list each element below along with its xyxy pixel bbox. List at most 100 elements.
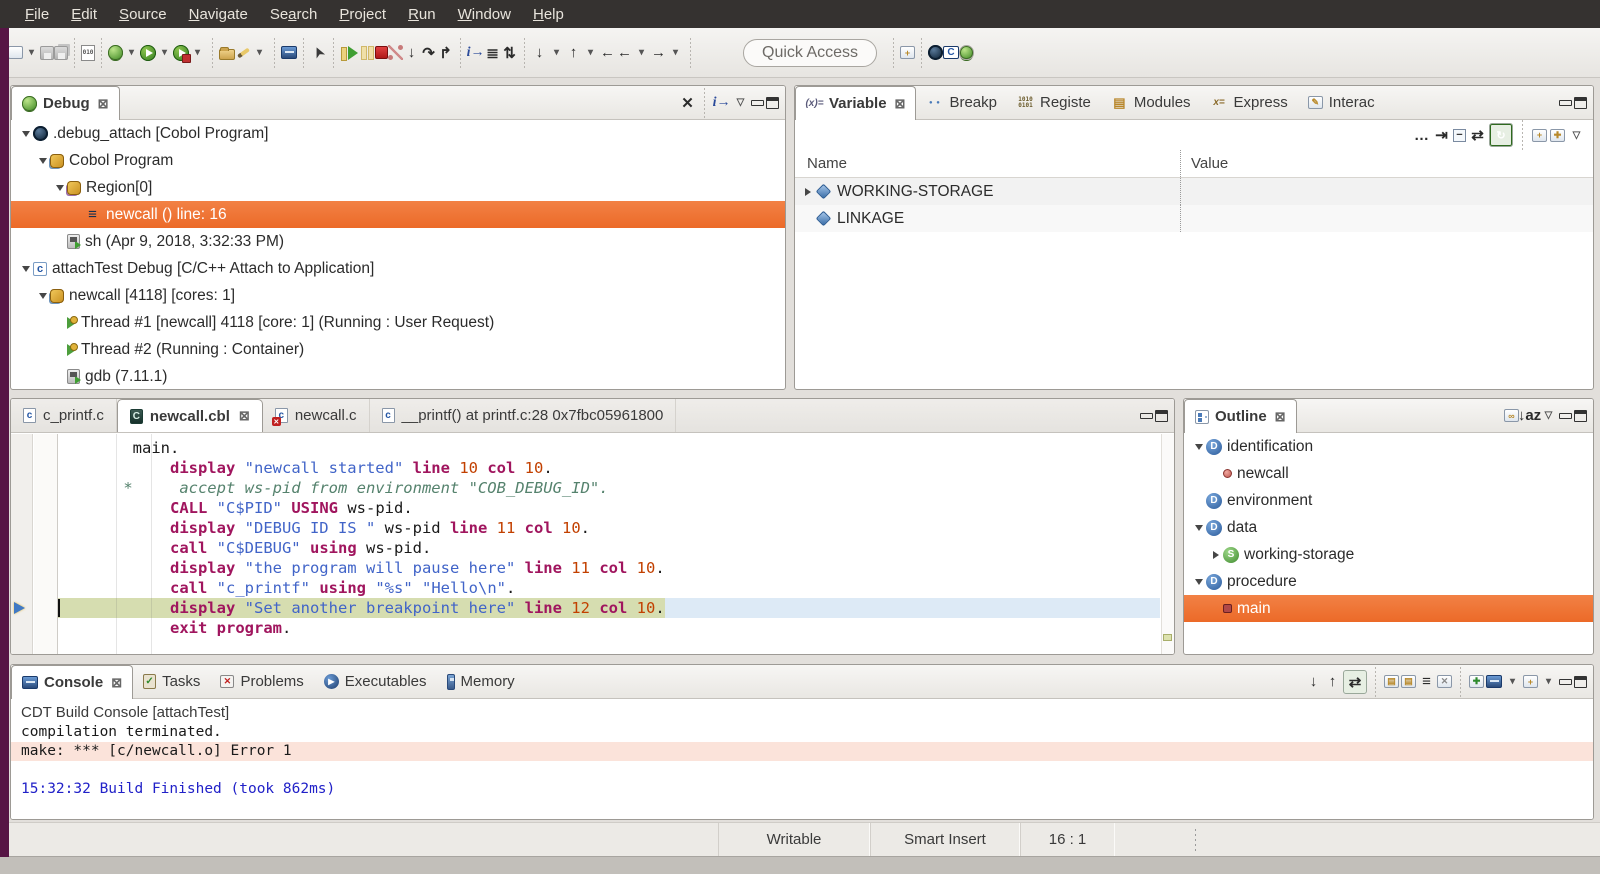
- debug-tree-item[interactable]: Thread #1 [newcall] 4118 [core: 1] (Runn…: [11, 309, 785, 336]
- tab-express[interactable]: x=Express: [1201, 86, 1298, 119]
- code-line[interactable]: main.: [58, 438, 1160, 458]
- dropdown-icon[interactable]: ▾: [633, 44, 650, 61]
- tab-modules[interactable]: ▤Modules: [1101, 86, 1201, 119]
- menu-run[interactable]: Run: [397, 3, 447, 26]
- outline-tree-item[interactable]: Denvironment: [1184, 487, 1593, 514]
- code-editor[interactable]: main. display "newcall started" line 10 …: [11, 434, 1174, 654]
- suspend-icon[interactable]: [358, 44, 375, 61]
- pointer-icon[interactable]: ➤: [307, 41, 330, 64]
- display-console-icon[interactable]: [1486, 675, 1502, 688]
- close-icon[interactable]: ⊠: [239, 408, 250, 424]
- variable-row[interactable]: LINKAGE: [795, 205, 1593, 232]
- expander-icon[interactable]: [19, 131, 33, 137]
- tab-tasks[interactable]: ✓Tasks: [133, 665, 210, 698]
- tab-outline[interactable]: Outline⊠: [1184, 399, 1297, 433]
- open-element-icon[interactable]: [219, 49, 235, 60]
- close-icon[interactable]: ⊠: [98, 96, 109, 112]
- minimize-icon[interactable]: [751, 100, 764, 106]
- close-icon[interactable]: ⊠: [111, 675, 122, 691]
- instruction-mode-icon[interactable]: i→: [713, 94, 730, 111]
- debug-tree-item[interactable]: .debug_attach [Cobol Program]: [11, 120, 785, 147]
- step-over-icon[interactable]: ↷: [420, 44, 437, 61]
- back-icon[interactable]: ←: [616, 44, 633, 61]
- menu-window[interactable]: Window: [447, 3, 522, 26]
- editor-tab--printf-at-printf-c-28-0x7fbc05961800[interactable]: c__printf() at printf.c:28 0x7fbc0596180…: [370, 399, 677, 432]
- binary-file-icon[interactable]: 010: [81, 45, 95, 61]
- link-editor-icon[interactable]: ∞: [1504, 409, 1519, 422]
- annotation-ruler[interactable]: [11, 434, 33, 654]
- maximize-icon[interactable]: [1574, 676, 1587, 688]
- debug-tree-item[interactable]: gdb (7.11.1): [11, 363, 785, 390]
- dropdown-icon[interactable]: ▾: [1540, 673, 1557, 690]
- new-wizard-icon[interactable]: [8, 46, 23, 59]
- outline-tree-item[interactable]: main: [1184, 595, 1593, 622]
- expanded-arrow[interactable]: [1195, 579, 1203, 585]
- code-line[interactable]: display "the program will pause here" li…: [58, 558, 1160, 578]
- pin-console-icon[interactable]: ✚: [1469, 675, 1484, 688]
- collapse-stack-icon[interactable]: ⇅: [501, 44, 518, 61]
- expander-icon[interactable]: [19, 266, 33, 272]
- disconnect-icon[interactable]: [388, 45, 403, 60]
- dropdown-icon[interactable]: ▾: [23, 44, 40, 61]
- expander-icon[interactable]: [53, 185, 67, 191]
- debug-perspective-icon[interactable]: [959, 45, 974, 60]
- tab-executables[interactable]: ▶Executables: [314, 665, 437, 698]
- cpp-perspective-icon[interactable]: C: [943, 46, 959, 59]
- debug-tree-item[interactable]: sh (Apr 9, 2018, 3:32:33 PM): [11, 228, 785, 255]
- code-line[interactable]: CALL "C$PID" USING ws-pid.: [58, 498, 1160, 518]
- editor-tab-newcall-c[interactable]: cnewcall.c: [263, 399, 370, 432]
- menu-source[interactable]: Source: [108, 3, 178, 26]
- save-icon[interactable]: [40, 46, 54, 60]
- tab-debug[interactable]: Debug⊠: [11, 86, 120, 120]
- tab-breakp[interactable]: ● ●Breakp: [916, 86, 1007, 119]
- pin-icon[interactable]: ✚: [1550, 129, 1565, 142]
- debug-tree-item[interactable]: Cobol Program: [11, 147, 785, 174]
- outline-tree-item[interactable]: Didentification: [1184, 433, 1593, 460]
- overview-marker[interactable]: [1163, 634, 1172, 641]
- dropdown-icon[interactable]: ▾: [189, 44, 206, 61]
- view-menu-icon[interactable]: ▽: [1568, 127, 1585, 144]
- expander-icon[interactable]: [801, 188, 815, 196]
- terminate-icon[interactable]: [375, 46, 388, 59]
- expander-icon[interactable]: [36, 293, 50, 299]
- scroll-up-icon[interactable]: ↑: [1324, 673, 1341, 690]
- load-symbols-icon[interactable]: ↓: [531, 44, 548, 61]
- maximize-icon[interactable]: [1574, 97, 1587, 109]
- auto-refresh-icon[interactable]: ↻: [1489, 123, 1513, 147]
- variable-row[interactable]: WORKING-STORAGE: [795, 178, 1593, 205]
- show-stderr-lock-icon[interactable]: ▤: [1401, 675, 1416, 688]
- editor-tab-newcall-cbl[interactable]: Cnewcall.cbl⊠: [117, 399, 263, 432]
- code-content[interactable]: main. display "newcall started" line 10 …: [58, 438, 1160, 638]
- outline-tree-item[interactable]: newcall: [1184, 460, 1593, 487]
- tab-registe[interactable]: 1010 0101Registe: [1007, 86, 1101, 119]
- tab-console[interactable]: Console⊠: [11, 665, 133, 699]
- minimize-icon[interactable]: [1559, 100, 1572, 106]
- quick-access-button[interactable]: Quick Access: [743, 39, 877, 67]
- view-menu-icon[interactable]: ▽: [732, 94, 749, 111]
- restore-symbols-icon[interactable]: ↑: [565, 44, 582, 61]
- debug-tree-item[interactable]: Thread #2 (Running : Container): [11, 336, 785, 363]
- show-types-icon[interactable]: …: [1413, 127, 1430, 144]
- minimize-icon[interactable]: [1140, 413, 1153, 419]
- run-icon[interactable]: [140, 45, 156, 61]
- expanded-arrow[interactable]: [22, 266, 30, 272]
- menu-help[interactable]: Help: [522, 3, 575, 26]
- code-line[interactable]: exit program.: [58, 618, 1160, 638]
- maximize-icon[interactable]: [766, 97, 779, 109]
- expanded-arrow[interactable]: [56, 185, 64, 191]
- collapsed-arrow[interactable]: [1213, 551, 1219, 559]
- tab-memory[interactable]: Memory: [437, 665, 525, 698]
- debug-tree-item[interactable]: newcall [4118] [cores: 1]: [11, 282, 785, 309]
- remove-terminated-icon[interactable]: ✕: [679, 94, 696, 111]
- collapse-all-icon[interactable]: −: [1453, 129, 1466, 142]
- outline-tree-item[interactable]: Sworking-storage: [1184, 541, 1593, 568]
- dropdown-icon[interactable]: ▾: [667, 44, 684, 61]
- column-divider[interactable]: [1180, 150, 1181, 177]
- refresh-icon[interactable]: ⇄: [1469, 127, 1486, 144]
- search-wand-icon[interactable]: [235, 45, 251, 61]
- follow-icon[interactable]: ⇄: [1343, 670, 1367, 694]
- step-return-icon[interactable]: ↱: [437, 44, 454, 61]
- expanded-arrow[interactable]: [1195, 525, 1203, 531]
- dropdown-icon[interactable]: ▾: [1504, 673, 1521, 690]
- debug-tree-item[interactable]: ≡newcall () line: 16: [11, 201, 785, 228]
